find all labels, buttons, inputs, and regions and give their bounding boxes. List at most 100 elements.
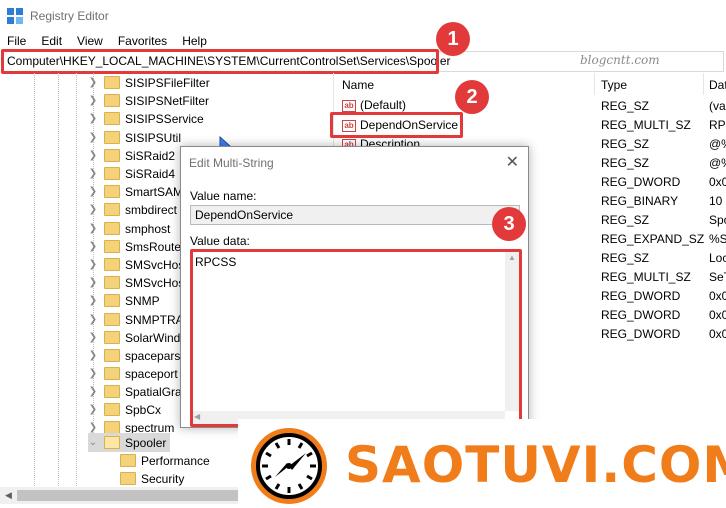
- chevron-right-icon[interactable]: ❯: [88, 295, 98, 306]
- tree-item[interactable]: Security: [120, 469, 184, 486]
- value-name-field[interactable]: DependOnService: [190, 205, 520, 225]
- value-type: REG_SZ: [601, 137, 650, 151]
- tree-item[interactable]: ❯ SmsRouter: [88, 237, 185, 256]
- value-data: Loc: [709, 251, 726, 265]
- menu-view[interactable]: View: [70, 32, 111, 50]
- chevron-right-icon[interactable]: ❯: [88, 95, 98, 106]
- tree-guide: [34, 73, 35, 486]
- depend-on-service-highlight-box: [330, 112, 463, 138]
- tree-item[interactable]: ❯ smphost: [88, 219, 171, 238]
- string-value-icon: ab: [342, 99, 356, 112]
- chevron-right-icon[interactable]: ❯: [88, 386, 98, 397]
- tree-item-label: SISIPSUtil: [125, 130, 182, 145]
- menu-help[interactable]: Help: [175, 32, 215, 50]
- folder-icon: [104, 240, 120, 253]
- tree-item[interactable]: ❯ SMSvcHost: [88, 255, 188, 274]
- column-separator[interactable]: [594, 73, 595, 95]
- value-type: REG_SZ: [601, 99, 650, 113]
- chevron-right-icon[interactable]: ❯: [88, 113, 98, 124]
- folder-icon: [104, 149, 120, 162]
- tree-item-label: smbdirect: [125, 202, 178, 217]
- tree-item[interactable]: ❯ SpbCx: [88, 400, 161, 419]
- tree-item-label: SISIPSService: [125, 111, 204, 126]
- tree-item[interactable]: ❯ SpatialGraph: [88, 382, 195, 401]
- registry-editor-icon: [7, 8, 23, 24]
- tree-item[interactable]: Performance: [120, 451, 210, 470]
- tree-item-label: SISIPSNetFilter: [125, 93, 210, 108]
- menu-edit[interactable]: Edit: [34, 32, 70, 50]
- tree-item[interactable]: ❯ SISIPSFileFilter: [88, 73, 210, 92]
- folder-icon: [104, 367, 120, 380]
- chevron-right-icon[interactable]: ❯: [88, 241, 98, 252]
- tree-item-label: Performance: [141, 453, 210, 468]
- chevron-right-icon[interactable]: ❯: [88, 332, 98, 343]
- folder-icon: [104, 94, 120, 107]
- tree-item[interactable]: ❯ SISIPSService: [88, 109, 204, 128]
- tree-item[interactable]: ❯ SiSRaid2: [88, 146, 175, 165]
- tree-item[interactable]: ❯ SmartSAMD: [88, 182, 192, 201]
- scroll-thumb[interactable]: [17, 490, 242, 501]
- value-data-label: Value data:: [190, 234, 250, 248]
- chevron-right-icon[interactable]: ❯: [88, 223, 98, 234]
- column-header-name[interactable]: Name: [342, 78, 374, 92]
- close-icon[interactable]: ✕: [506, 152, 519, 172]
- tree-item[interactable]: ❯ SNMP: [88, 291, 160, 310]
- value-name: Description: [360, 137, 421, 146]
- folder-open-icon: [104, 436, 120, 449]
- tree-item-label: smphost: [125, 221, 171, 236]
- value-type: REG_DWORD: [601, 308, 681, 322]
- value-data: 0x0: [709, 289, 726, 303]
- value-data: @%: [709, 137, 726, 151]
- folder-icon: [104, 403, 120, 416]
- value-name: (Default): [360, 98, 407, 112]
- tree-item[interactable]: ❯ SISIPSNetFilter: [88, 91, 209, 110]
- tree-item-label: Spooler: [125, 435, 167, 450]
- chevron-right-icon[interactable]: ❯: [88, 314, 98, 325]
- folder-icon: [104, 313, 120, 326]
- tree-item-label: SiSRaid4: [125, 166, 176, 181]
- column-separator[interactable]: [703, 73, 704, 95]
- folder-icon: [104, 349, 120, 362]
- menu-favorites[interactable]: Favorites: [111, 32, 175, 50]
- watermark: blogcntt.com: [580, 53, 660, 67]
- tree-item-spooler[interactable]: ⌄ Spooler: [88, 433, 171, 452]
- tree-item[interactable]: ❯ spaceport: [88, 364, 178, 383]
- chevron-right-icon[interactable]: ❯: [88, 132, 98, 143]
- folder-icon: [104, 167, 120, 180]
- tree-item[interactable]: ❯ SISIPSUtil: [88, 128, 181, 147]
- chevron-right-icon[interactable]: ❯: [88, 259, 98, 270]
- tree-item[interactable]: ❯ SMSvcHost: [88, 273, 188, 292]
- chevron-right-icon[interactable]: ❯: [88, 186, 98, 197]
- menu-file[interactable]: File: [0, 32, 34, 50]
- value-type: REG_DWORD: [601, 175, 681, 189]
- column-header-type[interactable]: Type: [601, 78, 627, 92]
- string-value-icon: ab: [342, 138, 356, 146]
- value-type: REG_MULTI_SZ: [601, 270, 691, 284]
- tree-item[interactable]: ❯ spaceparser: [88, 346, 191, 365]
- chevron-right-icon[interactable]: ❯: [88, 277, 98, 288]
- tree-item-label: SiSRaid2: [125, 148, 176, 163]
- tree-item[interactable]: ❯ SNMPTRAP: [88, 310, 192, 329]
- chevron-right-icon[interactable]: ❯: [88, 77, 98, 88]
- folder-icon: [104, 258, 120, 271]
- value-data: 0x0: [709, 175, 726, 189]
- value-data: 10 0: [709, 194, 726, 208]
- tree-item[interactable]: ❯ SolarWinds: [88, 328, 187, 347]
- chevron-right-icon[interactable]: ❯: [88, 150, 98, 161]
- menu-bar: File Edit View Favorites Help: [0, 32, 215, 50]
- value-data: 0x0: [709, 308, 726, 322]
- tree-item[interactable]: ❯ SiSRaid4: [88, 164, 175, 183]
- chevron-right-icon[interactable]: ❯: [88, 422, 98, 433]
- column-header-data[interactable]: Data: [709, 78, 726, 92]
- chevron-down-icon[interactable]: ⌄: [88, 437, 98, 448]
- chevron-right-icon[interactable]: ❯: [88, 168, 98, 179]
- chevron-right-icon[interactable]: ❯: [88, 368, 98, 379]
- tree-item[interactable]: ❯ smbdirect: [88, 200, 177, 219]
- folder-icon: [104, 385, 120, 398]
- chevron-right-icon[interactable]: ❯: [88, 204, 98, 215]
- value-row[interactable]: ab Description: [342, 137, 420, 146]
- chevron-right-icon[interactable]: ❯: [88, 404, 98, 415]
- chevron-right-icon[interactable]: ❯: [88, 350, 98, 361]
- scroll-left-icon[interactable]: ◀: [0, 487, 17, 504]
- tree-guide: [58, 73, 59, 486]
